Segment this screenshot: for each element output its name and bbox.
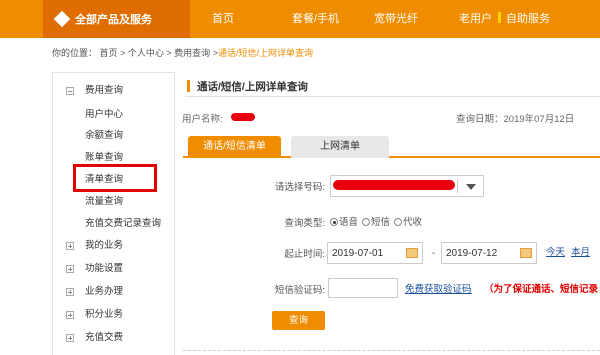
sidebar-item-user-center[interactable]: 用户中心 — [53, 105, 175, 125]
date-range-label: 起止时间: — [284, 249, 325, 260]
today-link[interactable]: 今天 — [546, 244, 565, 258]
top-navigation: 全部产品及服务 首页 套餐/手机 宽带光纤 老用户 自助服务 — [0, 0, 600, 38]
expand-icon[interactable] — [66, 265, 74, 273]
sidebar-item-data-usage[interactable]: 流量查询 — [53, 192, 175, 212]
sidebar-item-label: 余额查询 — [85, 130, 124, 141]
username-label: 用户名称: — [182, 114, 223, 125]
all-products-label: 全部产品及服务 — [75, 14, 152, 26]
highlight-box — [73, 164, 157, 192]
sidebar: 费用查询 用户中心 余额查询 账单查询 清单查询 流量查询 充值交费记录查询 我… — [52, 72, 175, 355]
this-month-link[interactable]: 本月 — [571, 244, 590, 258]
number-select-label: 请选择号码: — [274, 182, 325, 193]
tab-call-sms-list[interactable]: 通话/短信清单 — [188, 136, 281, 158]
sidebar-group-fee-query[interactable]: 费用查询 — [53, 81, 175, 101]
radio-unchecked-icon[interactable] — [362, 218, 371, 226]
tab-internet-list[interactable]: 上网清单 — [291, 136, 389, 158]
nav-packages-phones[interactable]: 套餐/手机 — [292, 0, 339, 38]
radio-checked-icon[interactable] — [330, 218, 338, 226]
sidebar-item-label: 充值交费记录查询 — [85, 218, 162, 229]
sidebar-group-points[interactable]: 积分业务 — [53, 305, 175, 325]
radio-unchecked-icon[interactable] — [394, 218, 403, 226]
nav-existing-users[interactable]: 老用户 — [459, 0, 492, 38]
chevron-down-icon[interactable] — [466, 184, 476, 190]
page-title: 通话/短信/上网详单查询 — [197, 81, 308, 93]
breadcrumb-fee-query[interactable]: 费用查询 — [174, 48, 210, 58]
start-date-value: 2019-07-01 — [332, 248, 384, 259]
panel-header: 通话/短信/上网详单查询 — [185, 75, 600, 97]
nav-home[interactable]: 首页 — [212, 0, 234, 38]
query-date: 查询日期：2019年07月12日 — [456, 114, 575, 125]
breadcrumb-separator: > — [166, 48, 172, 58]
query-type-radio-group: 语音 短信 代收 — [330, 214, 422, 228]
breadcrumb-personal-center[interactable]: 个人中心 — [128, 48, 164, 58]
self-service-label: 自助服务 — [506, 13, 550, 25]
redacted-phone-number — [333, 180, 455, 190]
nav-self-service[interactable]: 自助服务 — [498, 0, 550, 38]
breadcrumb: 你的位置： 首页 > 个人中心 > 费用查询 >通话/短信/上网详单查询 — [52, 46, 313, 59]
title-marker-icon — [187, 80, 190, 92]
self-service-marker-icon — [498, 12, 501, 23]
collapse-icon[interactable] — [66, 87, 74, 95]
sidebar-group-label: 业务办理 — [85, 286, 124, 297]
get-code-link[interactable]: 免费获取验证码 — [405, 281, 472, 295]
expand-icon[interactable] — [66, 311, 74, 319]
calendar-icon[interactable] — [406, 248, 418, 258]
breadcrumb-separator: > — [120, 48, 126, 58]
tab-bar: 通话/短信清单 上网清单 — [183, 136, 600, 158]
end-date-input[interactable]: 2019-07-12 — [441, 242, 537, 264]
breadcrumb-current: 通话/短信/上网详单查询 — [217, 48, 313, 58]
radio-label: 短信 — [371, 217, 391, 228]
calendar-icon[interactable] — [520, 248, 532, 258]
expand-icon[interactable] — [66, 334, 74, 342]
sidebar-group-label: 费用查询 — [85, 85, 124, 96]
sidebar-item-recharge-records[interactable]: 充值交费记录查询 — [53, 214, 175, 234]
sidebar-item-label: 用户中心 — [85, 109, 124, 120]
date-separator: - — [432, 248, 436, 259]
privacy-warning: （为了保证通话、短信记录 — [484, 284, 599, 295]
radio-collection[interactable]: 代收 — [394, 214, 422, 228]
sidebar-group-recharge[interactable]: 充值交费 — [53, 328, 175, 348]
sidebar-group-service-handling[interactable]: 业务办理 — [53, 282, 175, 302]
start-date-input[interactable]: 2019-07-01 — [327, 242, 423, 264]
sidebar-item-balance[interactable]: 余额查询 — [53, 126, 175, 146]
breadcrumb-prefix: 你的位置： — [52, 48, 98, 58]
sidebar-group-settings[interactable]: 功能设置 — [53, 259, 175, 279]
sms-code-input[interactable] — [328, 278, 398, 298]
diamond-logo-icon — [53, 10, 71, 28]
radio-voice[interactable]: 语音 — [330, 214, 358, 228]
sidebar-item-label: 流量查询 — [85, 196, 124, 207]
sms-code-label: 短信验证码: — [274, 285, 325, 296]
all-products-menu[interactable]: 全部产品及服务 — [43, 0, 190, 38]
query-type-label: 查询类型: — [284, 218, 325, 229]
radio-label: 代收 — [403, 217, 423, 228]
radio-label: 语音 — [339, 217, 359, 228]
expand-icon[interactable] — [66, 288, 74, 296]
divider — [183, 350, 600, 351]
redacted-username — [231, 113, 255, 121]
sidebar-group-label: 我的业务 — [85, 240, 124, 251]
sidebar-group-my-business[interactable]: 我的业务 — [53, 236, 175, 256]
select-divider — [457, 179, 458, 193]
nav-broadband[interactable]: 宽带光纤 — [374, 0, 418, 38]
sidebar-group-label: 积分业务 — [85, 309, 124, 320]
query-button[interactable]: 查询 — [272, 311, 325, 330]
sidebar-group-label: 功能设置 — [85, 263, 124, 274]
breadcrumb-home[interactable]: 首页 — [100, 48, 118, 58]
end-date-value: 2019-07-12 — [446, 248, 498, 259]
radio-sms[interactable]: 短信 — [362, 214, 390, 228]
expand-icon[interactable] — [66, 242, 74, 250]
sidebar-group-label: 充值交费 — [85, 332, 124, 343]
